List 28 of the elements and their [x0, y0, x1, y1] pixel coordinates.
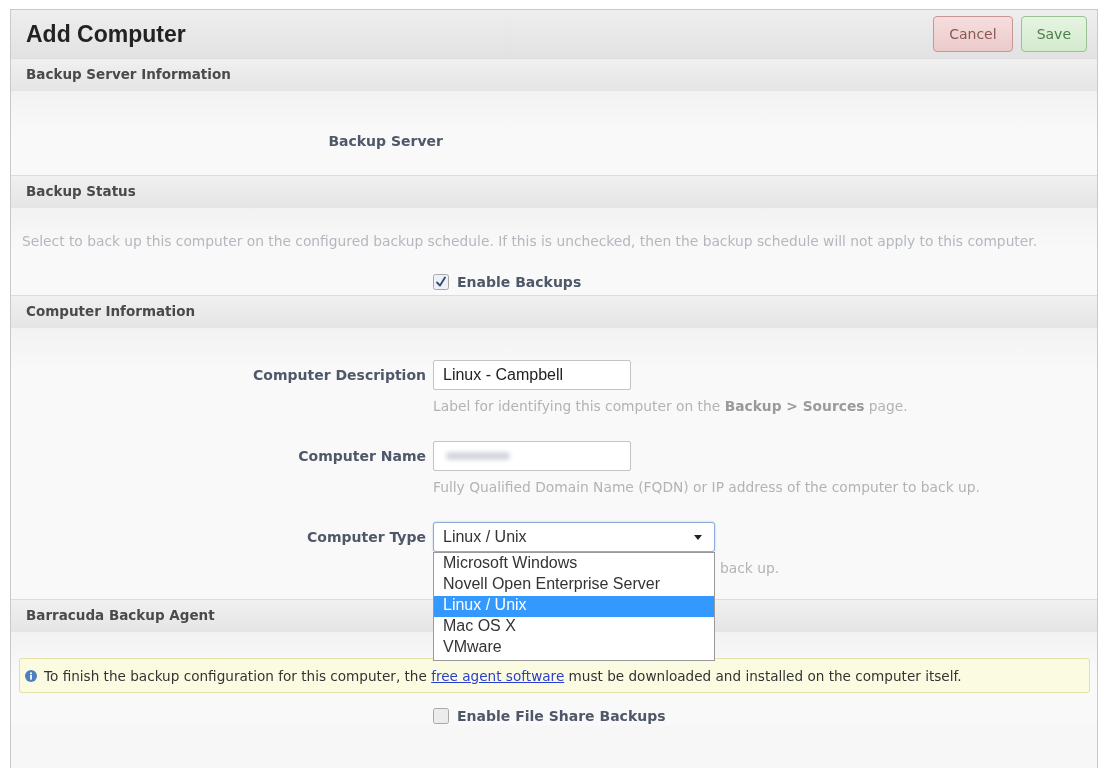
- section-header: Backup Status: [11, 175, 1097, 208]
- checkbox-label: Enable File Share Backups: [457, 708, 666, 724]
- checkbox[interactable]: [433, 274, 449, 290]
- dropdown-option[interactable]: Novell Open Enterprise Server: [434, 575, 714, 596]
- checkbox[interactable]: [433, 708, 449, 724]
- section-header: Computer Information: [11, 295, 1097, 328]
- help-text: back up.: [720, 560, 780, 576]
- help-text: Label for identifying this computer on the Backup > Sources page.: [433, 398, 908, 414]
- section-header: Backup Server Information: [11, 58, 1097, 91]
- dropdown-option[interactable]: VMware: [434, 638, 714, 659]
- description-text: Select to back up this computer on the configured backup schedule. If this is unchecked, then the backup schedule will not apply to this computer.: [21, 232, 1039, 250]
- caret-icon: [694, 534, 702, 540]
- help-text: Fully Qualified Domain Name (FQDN) or IP address of the computer to back up.: [433, 479, 980, 495]
- checkbox-label: Enable Backups: [457, 274, 582, 290]
- text-input[interactable]: [433, 441, 631, 471]
- field-label: Computer Description: [252, 366, 426, 385]
- info-icon: [25, 669, 37, 682]
- info-message: To finish the backup configuration for this computer, the free agent software must be downloaded and installed on the computer itself.: [44, 667, 962, 684]
- field-label: Backup Server: [327, 132, 443, 151]
- save-button[interactable]: Save: [1020, 16, 1087, 52]
- select-field[interactable]: Linux / Unix: [433, 522, 715, 552]
- field-label: Computer Type: [306, 528, 426, 547]
- cancel-button[interactable]: Cancel: [933, 16, 1013, 52]
- page-title: Add Computer: [26, 20, 186, 48]
- dropdown-option[interactable]: Microsoft Windows: [434, 554, 714, 575]
- field-label: Computer Name: [297, 447, 426, 466]
- agent-software-link[interactable]: free agent software: [431, 667, 565, 684]
- text-input[interactable]: Linux - Campbell: [433, 360, 631, 390]
